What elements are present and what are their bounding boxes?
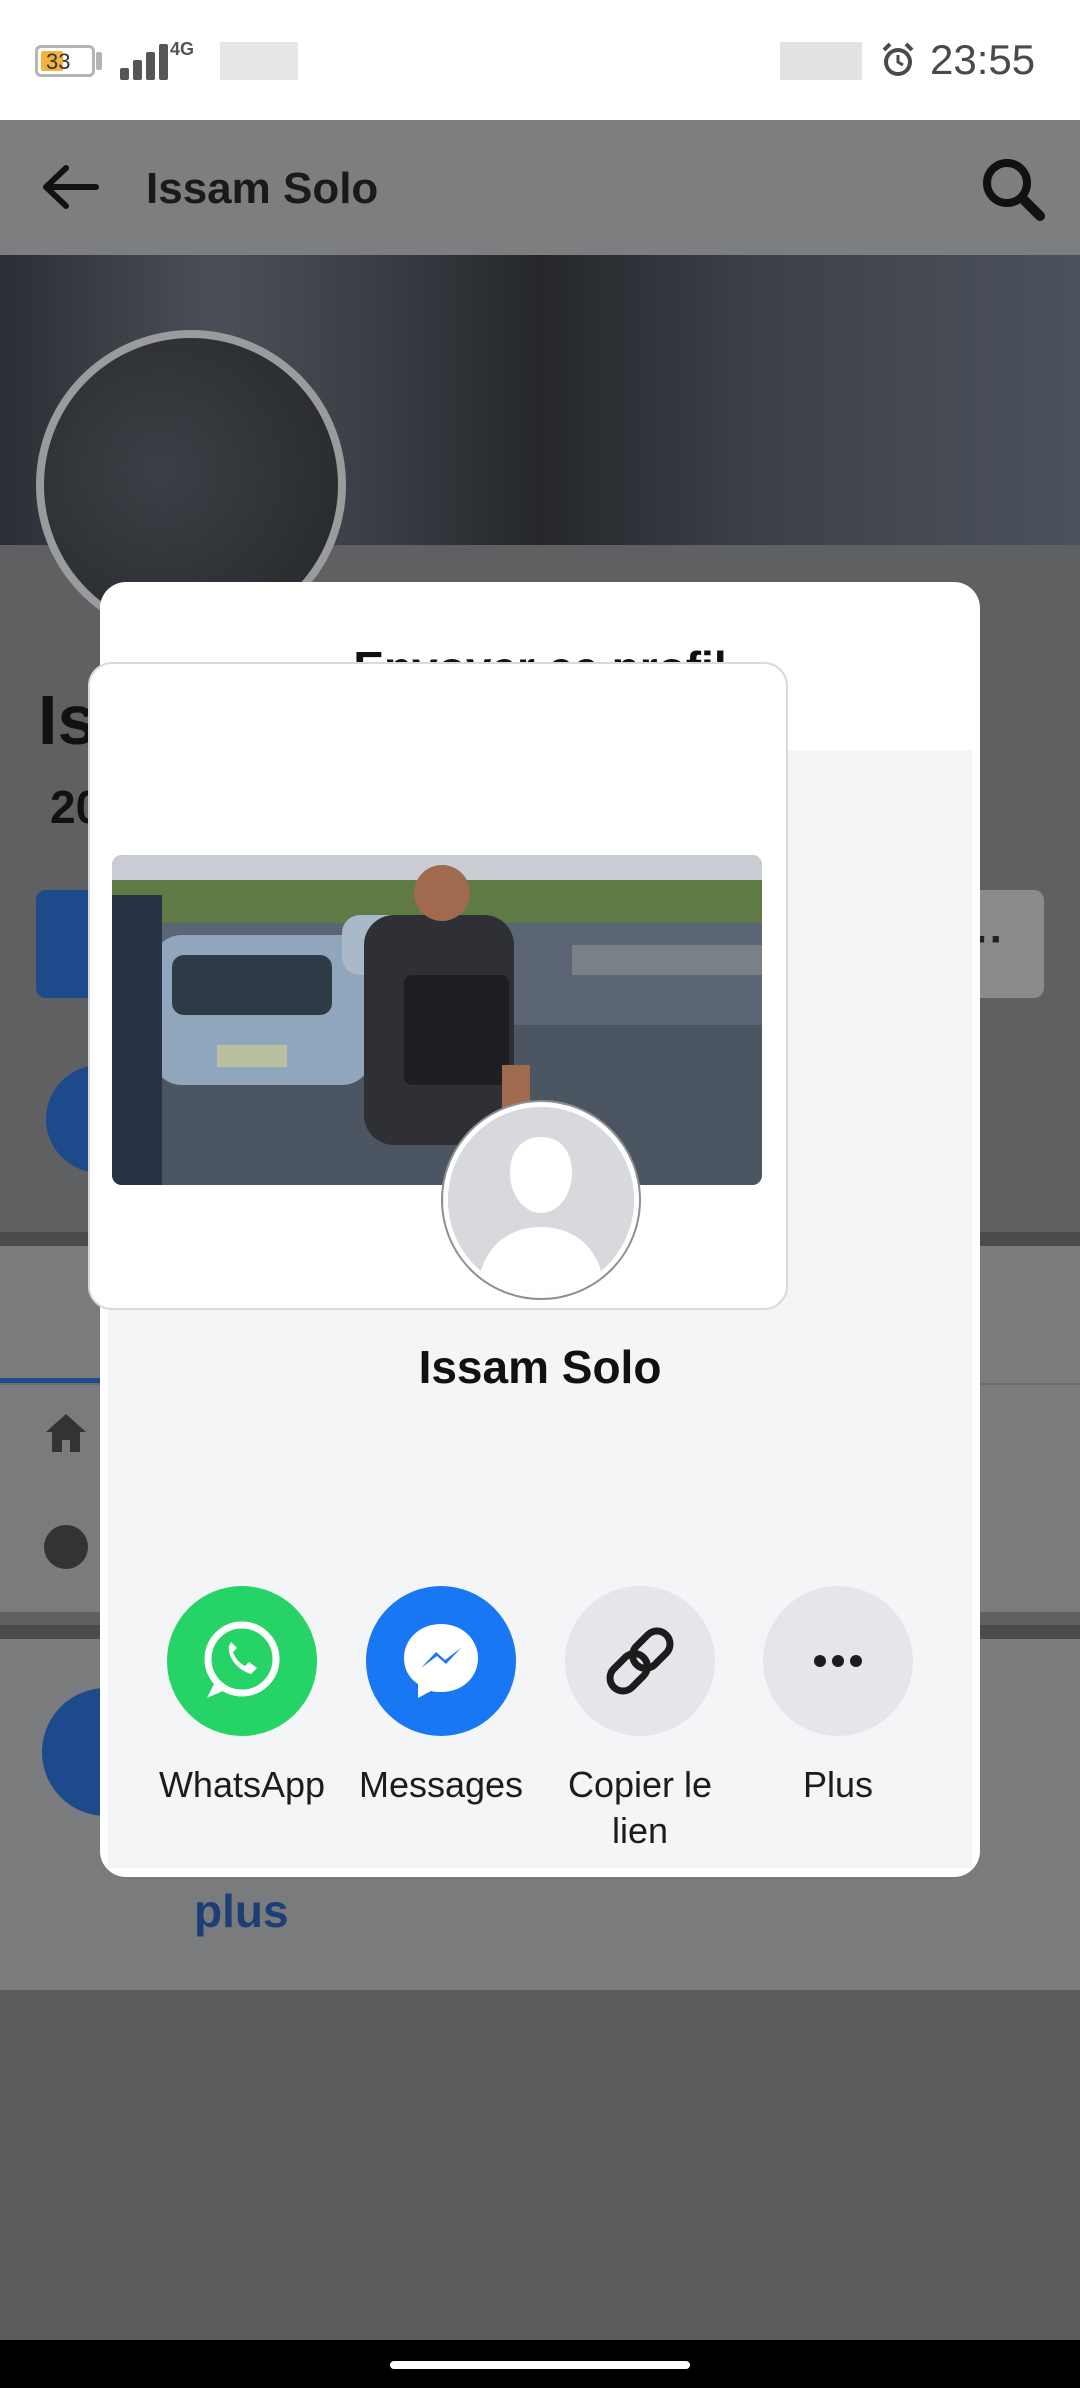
see-more-link: plus: [194, 1885, 289, 1937]
more-share-options-label: Plus: [802, 1764, 874, 1805]
home-icon: [46, 1414, 86, 1452]
copy-link-button[interactable]: Copier le lien: [545, 1586, 735, 1854]
alarm-icon: [882, 42, 914, 76]
page-title: Issam Solo: [146, 164, 379, 213]
search-icon[interactable]: [980, 156, 1046, 222]
share-messages-button[interactable]: Messages: [346, 1586, 536, 1808]
status-bar: 33 4G 23:55: [0, 0, 1080, 120]
network-type: 4G: [170, 39, 195, 59]
back-arrow-icon[interactable]: [40, 160, 100, 215]
card-cover-photo: [112, 855, 762, 1185]
share-messages-label: Messages: [358, 1764, 524, 1805]
clock: 23:55: [930, 36, 1036, 83]
battery-level: 33: [46, 49, 71, 74]
battery-icon: 33: [35, 45, 95, 77]
share-whatsapp-button[interactable]: WhatsApp: [147, 1586, 337, 1808]
redacted-area: [780, 42, 862, 80]
card-profile-name: Issam Solo: [418, 1341, 662, 1393]
home-gesture-handle[interactable]: [390, 2361, 690, 2369]
redacted-area: [220, 42, 298, 80]
share-whatsapp-label: WhatsApp: [158, 1764, 326, 1805]
more-share-options-button[interactable]: Plus: [743, 1586, 933, 1808]
more-dots-icon[interactable]: [763, 1586, 913, 1736]
more-dots-icon: [44, 1525, 88, 1569]
default-avatar: [443, 1102, 639, 1298]
copy-link-label: Copier le lien: [567, 1764, 713, 1851]
messenger-icon[interactable]: [366, 1586, 516, 1736]
link-icon[interactable]: [565, 1586, 715, 1736]
whatsapp-icon[interactable]: [167, 1586, 317, 1736]
app-bar: Issam Solo: [0, 120, 1080, 255]
